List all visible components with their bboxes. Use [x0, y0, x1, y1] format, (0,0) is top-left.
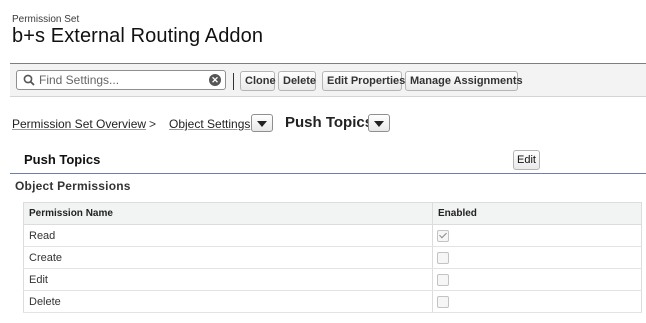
- page-type-label: Permission Set: [12, 14, 80, 25]
- delete-button[interactable]: Delete: [278, 71, 316, 91]
- enabled-checkbox: [437, 295, 449, 308]
- push-topics-dropdown-chevron-down-icon[interactable]: [368, 114, 390, 132]
- enabled-cell: [432, 290, 642, 313]
- section-title: Push Topics: [24, 152, 101, 167]
- table-row: Create: [23, 246, 642, 269]
- breadcrumb-object-settings[interactable]: Object Settings: [169, 117, 250, 131]
- magnifier-icon: [23, 74, 35, 86]
- manage-assignments-button[interactable]: Manage Assignments: [405, 71, 523, 91]
- enabled-cell: [432, 246, 642, 269]
- enabled-cell: [432, 268, 642, 291]
- clone-button[interactable]: Clone: [240, 71, 276, 91]
- enabled-cell: [432, 224, 642, 247]
- column-header-enabled: Enabled: [432, 202, 642, 225]
- permission-name-cell: Read: [23, 224, 433, 247]
- toolbar-separator: [233, 73, 234, 90]
- object-permissions-heading: Object Permissions: [15, 179, 131, 193]
- table-header-row: Permission Name Enabled: [23, 202, 642, 225]
- column-header-permission-name: Permission Name: [23, 202, 433, 225]
- toolbar: ✕ Clone Delete Edit Properties Manage As…: [10, 63, 646, 97]
- enabled-checkbox: [437, 251, 449, 264]
- enabled-checkbox: [437, 229, 449, 242]
- table-row: Edit: [23, 268, 642, 291]
- breadcrumb-separator: >: [149, 117, 157, 131]
- permission-name-cell: Delete: [23, 290, 433, 313]
- table-row: Delete: [23, 290, 642, 313]
- table-row: Read: [23, 224, 642, 247]
- breadcrumb-permission-set-overview[interactable]: Permission Set Overview: [12, 117, 146, 131]
- find-settings-search[interactable]: ✕: [16, 70, 226, 90]
- permission-name-cell: Create: [23, 246, 433, 269]
- object-settings-dropdown-chevron-down-icon[interactable]: [251, 114, 273, 132]
- edit-button[interactable]: Edit: [513, 150, 540, 170]
- page-title: b+s External Routing Addon: [12, 25, 264, 47]
- section-divider: [10, 173, 646, 174]
- edit-properties-button[interactable]: Edit Properties: [322, 71, 405, 91]
- permission-name-cell: Edit: [23, 268, 433, 291]
- breadcrumb-current: Push Topics: [285, 114, 374, 131]
- clear-icon[interactable]: ✕: [209, 74, 221, 86]
- object-permissions-table: Permission Name Enabled Read Create Edit De…: [23, 202, 642, 313]
- enabled-checkbox: [437, 273, 449, 286]
- find-settings-input[interactable]: [39, 72, 199, 88]
